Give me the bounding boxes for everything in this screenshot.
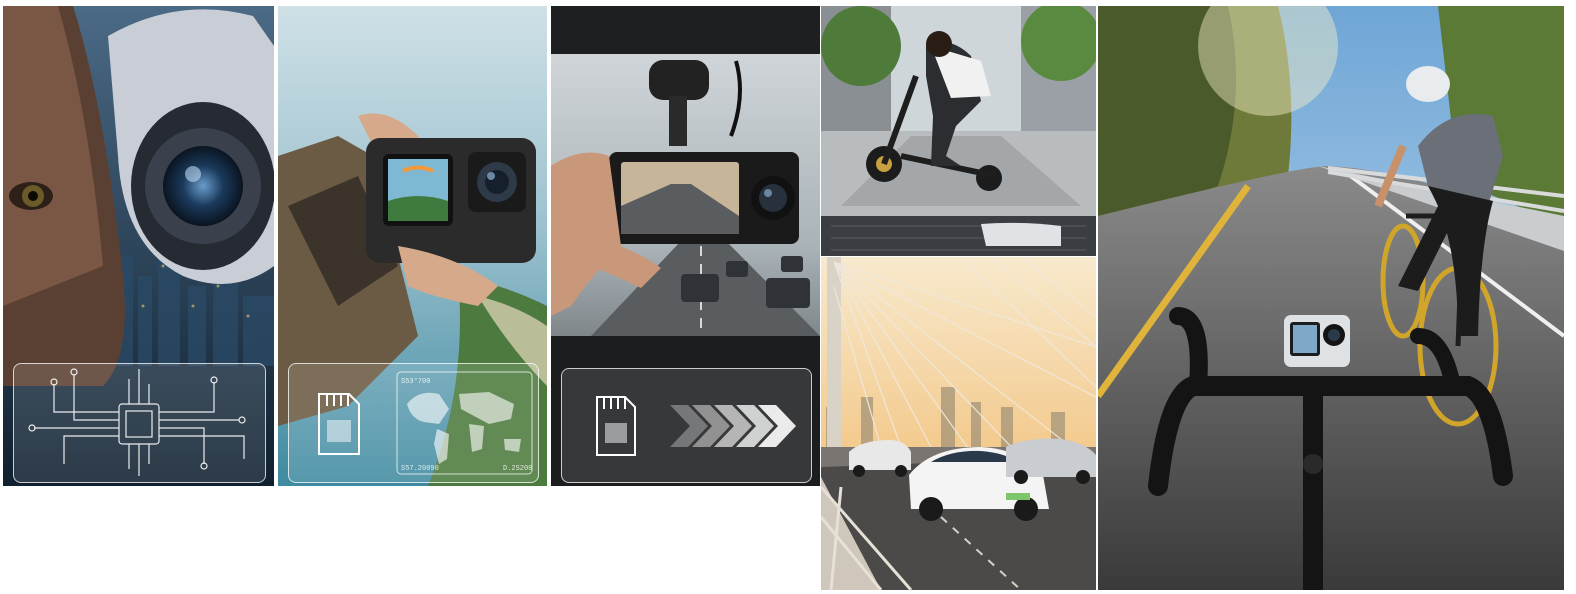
scooter-rider-panel [821,6,1096,256]
recording-glass-card [561,368,812,483]
security-camera-panel [3,6,274,486]
microchip-icon [28,368,246,476]
action-camera-panel: S53°700 S57.20090 D.2S200 [278,6,547,486]
cyclist-panel [1098,6,1564,590]
sd-card-and-arrows-graphic [596,396,796,456]
map-coordinate-bottom-left: S57.20090 [401,465,439,473]
dash-camera-panel [551,6,820,486]
world-map-graphic [407,392,521,464]
map-coordinate-bottom-right: D.2S200 [503,465,533,473]
chip-glass-card [13,363,266,483]
cyclist-photo [1098,6,1564,590]
storage-glass-card: S53°700 S57.20090 D.2S200 [288,363,539,483]
scooter-rider-photo [821,6,1096,256]
handlebar-camera [1284,315,1350,367]
map-coordinate-top: S53°700 [401,378,431,386]
bridge-traffic-photo [821,257,1096,590]
chevrons-right-icon [670,405,796,447]
bridge-traffic-panel [821,257,1096,590]
sd-card-icon [596,396,636,456]
sd-card-icon [318,393,360,455]
